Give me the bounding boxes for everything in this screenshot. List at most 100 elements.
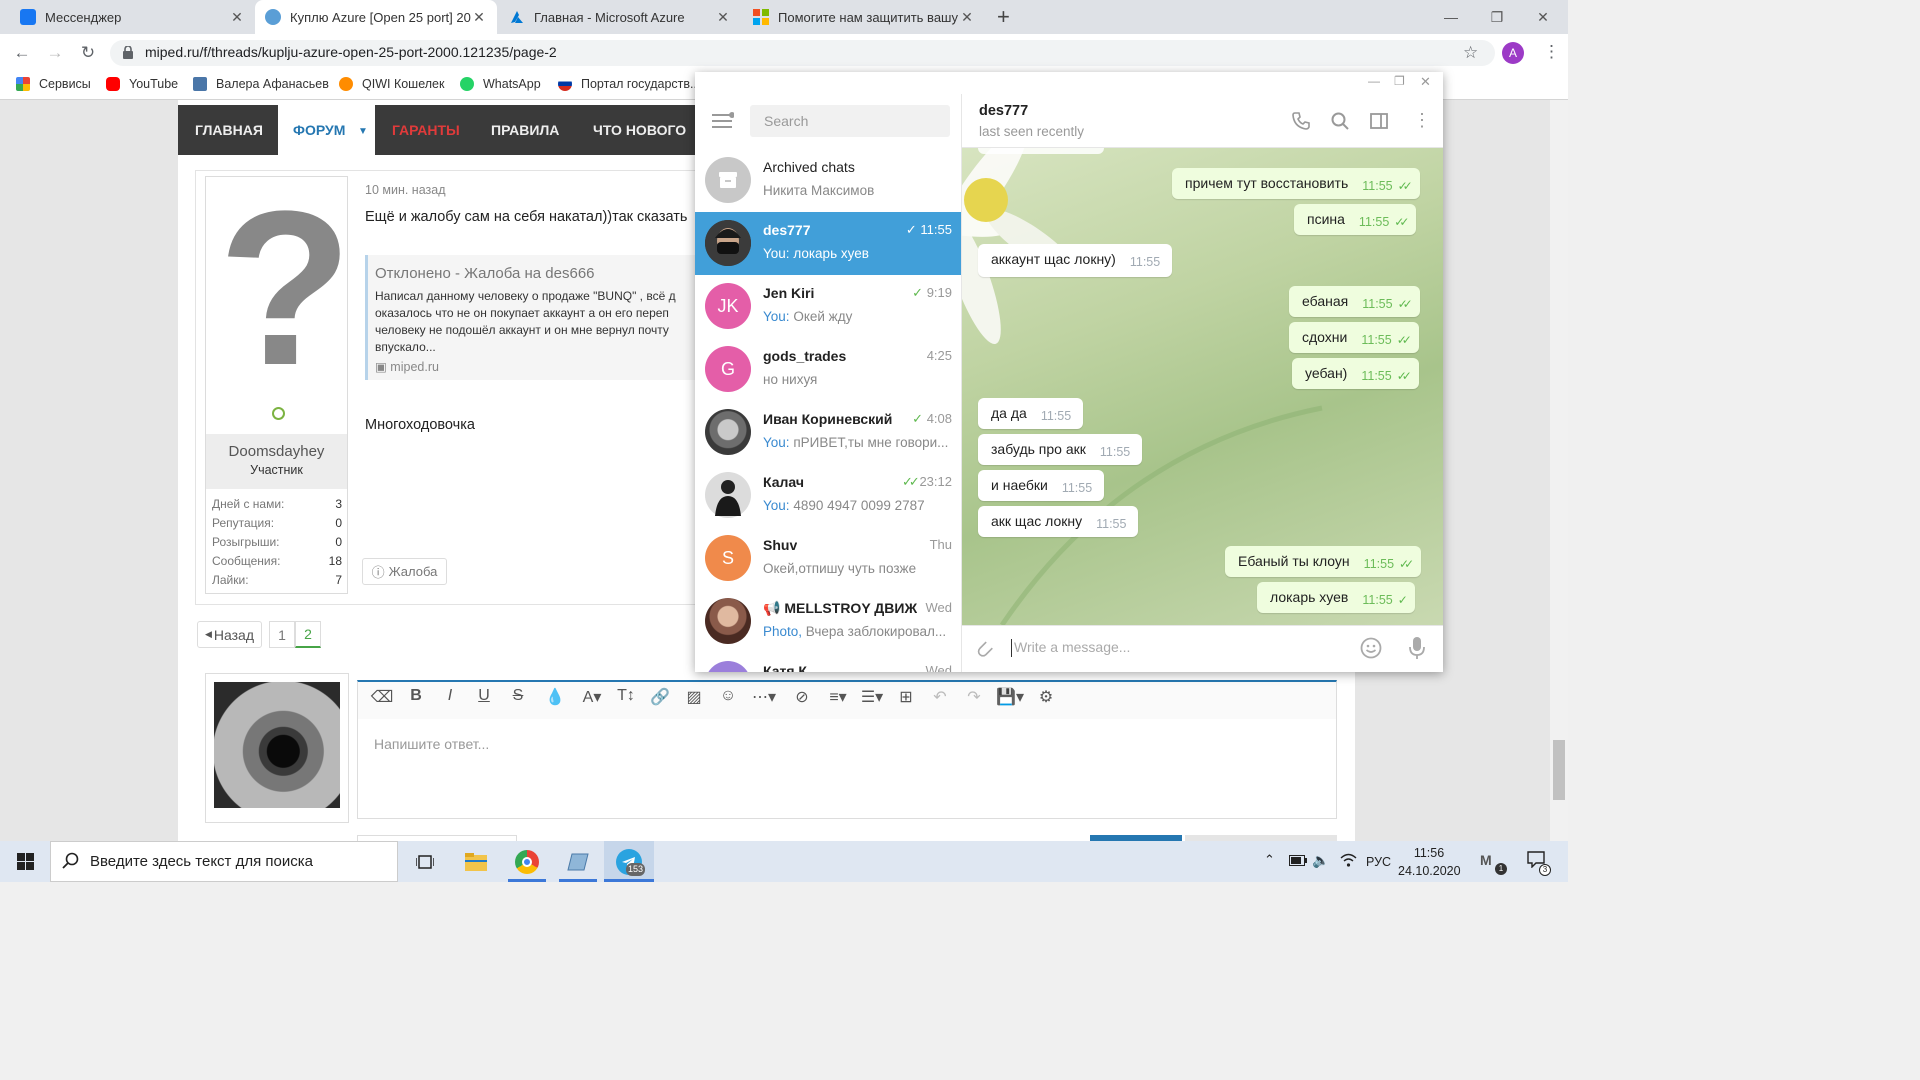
page-scrollbar[interactable]: [1550, 100, 1568, 841]
table-icon[interactable]: ⊞: [889, 687, 923, 707]
url-text[interactable]: miped.ru/f/threads/kuplju-azure-open-25-…: [145, 44, 557, 60]
scrollbar-thumb[interactable]: [1553, 740, 1565, 800]
close-tab-icon[interactable]: ✕: [715, 9, 731, 26]
underline-icon[interactable]: U: [467, 687, 501, 707]
volume-icon[interactable]: 🔈: [1312, 852, 1329, 869]
chat-item[interactable]: JK Jen Kiri ✓ 9:19 You: Окей жду: [695, 275, 961, 338]
close-tab-icon[interactable]: ✕: [471, 9, 487, 26]
nav-rules[interactable]: ПРАВИЛА: [491, 105, 559, 155]
settings-icon[interactable]: ⚙: [1029, 687, 1063, 707]
bookmark-gosuslugi[interactable]: Портал государств...: [558, 77, 700, 91]
nav-guarantees[interactable]: ГАРАНТЫ: [392, 105, 460, 155]
browser-menu-icon[interactable]: ⋮: [1543, 42, 1560, 62]
message-bubble[interactable]: уебан) 11:55 ✓✓: [1292, 358, 1419, 389]
color-icon[interactable]: 💧: [535, 687, 575, 707]
hamburger-menu-icon[interactable]: [712, 112, 734, 130]
message-bubble[interactable]: аккаунт щас локну) 11:55: [978, 244, 1173, 277]
bookmark-vk[interactable]: Валера Афанасьев: [193, 77, 329, 91]
message-bubble[interactable]: и наебки 11:55: [978, 470, 1105, 501]
reply-avatar[interactable]: [214, 682, 340, 808]
pager-back-button[interactable]: ◀ Назад: [197, 621, 262, 648]
bookmark-services[interactable]: Сервисы: [16, 77, 91, 91]
chat-item[interactable]: Катя К Wed: [695, 653, 961, 672]
pager-page-2[interactable]: 2: [295, 621, 321, 648]
microphone-icon[interactable]: [1408, 636, 1426, 660]
chevron-down-icon[interactable]: ▼: [358, 126, 368, 137]
text-height-icon[interactable]: T↕: [609, 687, 643, 707]
search-icon[interactable]: [1331, 112, 1349, 130]
wifi-icon[interactable]: [1340, 853, 1357, 867]
profile-avatar[interactable]: A: [1502, 42, 1524, 64]
strike-icon[interactable]: S: [501, 687, 535, 707]
eraser-icon[interactable]: ⌫: [365, 687, 399, 707]
nav-whats-new[interactable]: ЧТО НОВОГО: [593, 105, 686, 155]
chat-header-name[interactable]: des777: [979, 103, 1028, 119]
redo-icon[interactable]: ↷: [957, 687, 991, 707]
forward-icon[interactable]: →: [43, 41, 67, 65]
message-input[interactable]: Write a message...: [1014, 639, 1334, 659]
bookmark-whatsapp[interactable]: WhatsApp: [460, 77, 541, 91]
message-bubble[interactable]: акк щас локну 11:55: [978, 506, 1139, 537]
align-icon[interactable]: ≡▾: [821, 687, 855, 707]
nav-forum[interactable]: ФОРУМ: [293, 105, 345, 155]
font-size-icon[interactable]: A▾: [575, 687, 609, 707]
message-bubble[interactable]: забудь про акк 11:55: [978, 434, 1143, 465]
maximize-window-icon[interactable]: ❐: [1474, 0, 1520, 34]
more-icon[interactable]: ⋯▾: [745, 687, 783, 707]
bookmark-qiwi[interactable]: QIWI Кошелек: [339, 77, 444, 91]
save-draft-icon[interactable]: 💾▾: [991, 687, 1029, 707]
report-button[interactable]: ⓘ Жалоба: [362, 558, 447, 585]
message-bubble[interactable]: причем тут восстановить 11:55 ✓✓: [1172, 168, 1420, 199]
message-bubble[interactable]: псина 11:55 ✓✓: [1294, 204, 1417, 235]
reply-editor[interactable]: [357, 719, 1337, 819]
lock-icon[interactable]: [123, 46, 133, 59]
chat-item[interactable]: 📢 MELLSTROY ДВИЖ Wed Photo, Вчера заблок…: [695, 590, 961, 653]
tg-close-icon[interactable]: ✕: [1420, 74, 1431, 90]
notes-app-icon[interactable]: [553, 841, 603, 882]
tab-azure[interactable]: Главная - Microsoft Azure ✕: [499, 0, 741, 34]
pager-page-1[interactable]: 1: [269, 621, 295, 648]
link-icon[interactable]: 🔗: [643, 687, 677, 707]
message-bubble[interactable]: локарь хуев 11:55 ✓: [1257, 582, 1415, 613]
user-name[interactable]: Doomsdayhey: [206, 443, 347, 460]
hide-icon[interactable]: ⊘: [783, 687, 821, 707]
file-explorer-icon[interactable]: [451, 841, 501, 882]
message-bubble[interactable]: сдохни 11:55 ✓✓: [1289, 322, 1419, 353]
task-view-icon[interactable]: [400, 841, 450, 882]
close-tab-icon[interactable]: ✕: [229, 9, 245, 26]
telegram-taskbar-icon[interactable]: [604, 841, 654, 882]
clock[interactable]: 11:56 24.10.2020: [1398, 846, 1461, 878]
smiley-icon[interactable]: ☺: [711, 687, 745, 707]
nav-home[interactable]: ГЛАВНАЯ: [195, 105, 263, 155]
chat-item[interactable]: Калач ✓✓ 23:12 You: 4890 4947 0099 2787: [695, 464, 961, 527]
chrome-icon[interactable]: [502, 841, 552, 882]
undo-icon[interactable]: ↶: [923, 687, 957, 707]
close-window-icon[interactable]: ✕: [1520, 0, 1566, 34]
phone-call-icon[interactable]: [1292, 112, 1310, 130]
tg-minimize-icon[interactable]: —: [1368, 74, 1380, 88]
list-icon[interactable]: ☰▾: [855, 687, 889, 707]
message-bubble[interactable]: да да 11:55: [978, 398, 1084, 429]
minimize-window-icon[interactable]: —: [1428, 0, 1474, 34]
battery-icon[interactable]: [1289, 855, 1307, 866]
emoji-icon[interactable]: [1360, 637, 1382, 659]
tab-messenger[interactable]: Мессенджер ✕: [10, 0, 255, 34]
chat-item[interactable]: Иван Кориневский ✓ 4:08 You: пРИВЕТ,ты м…: [695, 401, 961, 464]
close-tab-icon[interactable]: ✕: [959, 9, 975, 26]
italic-icon[interactable]: I: [433, 687, 467, 707]
archived-chats-row[interactable]: Archived chats Никита Максимов: [695, 149, 961, 212]
message-bubble[interactable]: ебаная 11:55 ✓✓: [1289, 286, 1420, 317]
image-icon[interactable]: ▨: [677, 687, 711, 707]
tab-forum[interactable]: Куплю Azure [Open 25 port] 200 ✕: [255, 0, 497, 34]
message-bubble[interactable]: Ебаный ты клоун 11:55 ✓✓: [1225, 546, 1422, 577]
chat-item[interactable]: des777 ✓ 11:55 You: локарь хуев: [695, 212, 961, 275]
new-tab-button[interactable]: +: [997, 4, 1010, 30]
windows-start-icon[interactable]: [0, 841, 50, 882]
chat-item[interactable]: G gods_trades 4:25 но нихуя: [695, 338, 961, 401]
language-indicator[interactable]: РУС: [1366, 855, 1391, 869]
bold-icon[interactable]: B: [399, 687, 433, 707]
quote-source[interactable]: ▣ miped.ru: [375, 359, 439, 374]
more-vertical-icon[interactable]: ⋮: [1413, 110, 1431, 131]
bookmark-youtube[interactable]: YouTube: [106, 77, 178, 91]
reload-icon[interactable]: ↻: [76, 41, 100, 65]
